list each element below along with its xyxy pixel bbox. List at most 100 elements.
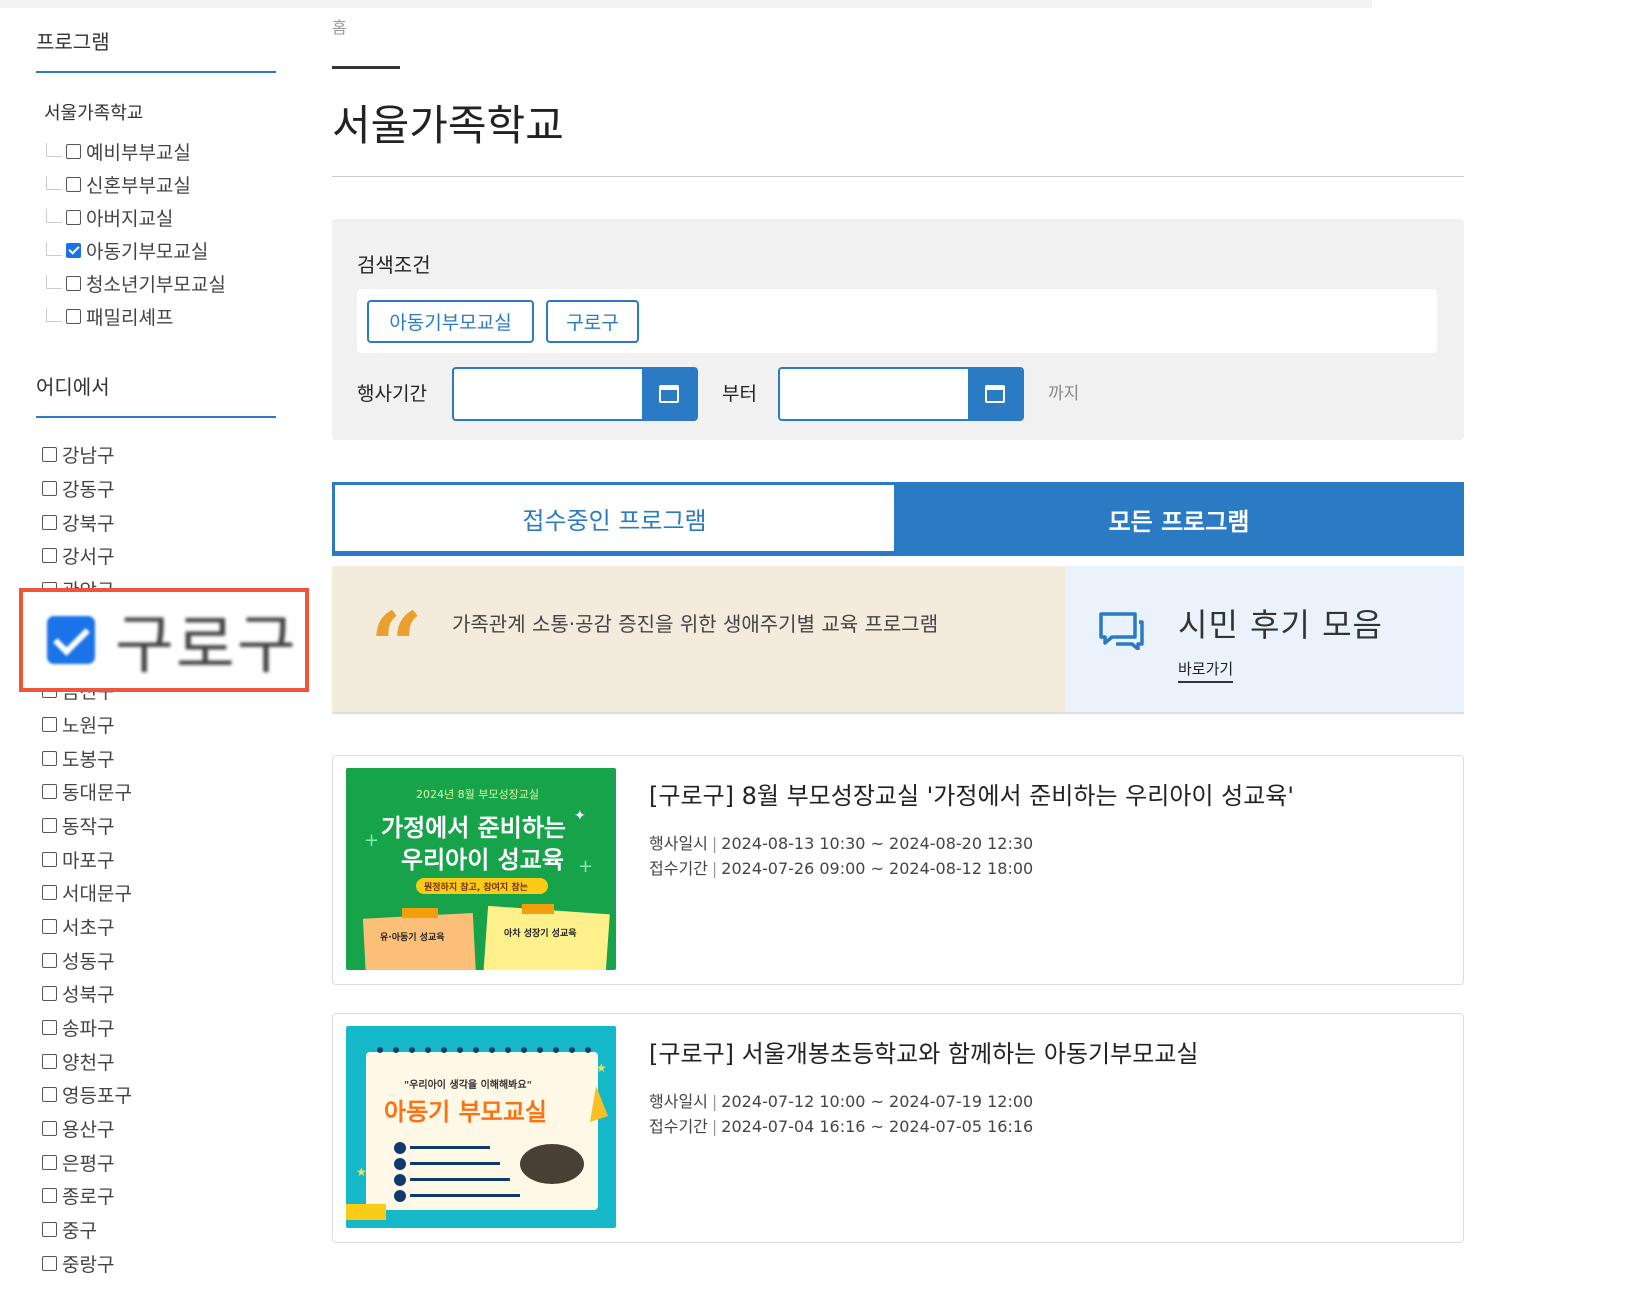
program-filter-item[interactable]: 패밀리셰프 bbox=[36, 300, 276, 333]
svg-text:✦: ✦ bbox=[574, 808, 586, 824]
breadcrumb-home[interactable]: 홈 bbox=[332, 14, 347, 38]
filter-chip-district[interactable]: 구로구 bbox=[546, 300, 639, 343]
district-filter-label: 용산구 bbox=[62, 1119, 115, 1142]
district-filter-item[interactable]: 서대문구 bbox=[42, 876, 276, 910]
district-filter-item[interactable]: 강동구 bbox=[42, 472, 276, 506]
program-filter-item[interactable]: 청소년기부모교실 bbox=[36, 267, 276, 300]
checkbox-icon[interactable] bbox=[42, 1053, 57, 1069]
tab-all-programs[interactable]: 모든 프로그램 bbox=[894, 482, 1464, 556]
district-filter-item[interactable]: 노원구 bbox=[42, 708, 276, 742]
district-filter-item[interactable]: 용산구 bbox=[42, 1112, 276, 1146]
district-filter-item[interactable]: 종로구 bbox=[42, 1179, 276, 1213]
checkbox-icon[interactable] bbox=[66, 210, 81, 225]
checkbox-icon[interactable] bbox=[42, 481, 57, 497]
checkbox-icon[interactable] bbox=[42, 447, 57, 463]
checkbox-icon[interactable] bbox=[42, 952, 57, 968]
program-tabs: 접수중인 프로그램 모든 프로그램 bbox=[332, 482, 1464, 556]
checkbox-icon[interactable] bbox=[42, 548, 57, 564]
start-date-input[interactable] bbox=[452, 367, 698, 421]
top-strip bbox=[0, 0, 1372, 8]
review-shortcut-link[interactable]: 바로가기 bbox=[1178, 658, 1234, 683]
district-filter-item[interactable]: 서초구 bbox=[42, 910, 276, 944]
checkbox-icon[interactable] bbox=[42, 986, 57, 1002]
district-filter-label: 양천구 bbox=[62, 1051, 115, 1074]
checkbox-icon[interactable] bbox=[42, 1087, 57, 1103]
program-filter-item[interactable]: 아버지교실 bbox=[36, 201, 276, 234]
page-title: 서울가족학교 bbox=[332, 101, 564, 150]
district-filter-item[interactable]: 동작구 bbox=[42, 809, 276, 843]
start-date-calendar-button[interactable] bbox=[642, 369, 696, 419]
program-card[interactable]: "우리아이 생각을 이해해봐요" 아동기 부모교실 ★ ★ [구로구] 서울개봉… bbox=[332, 1013, 1464, 1243]
poster-note-2: 아차 성장기 성교육 bbox=[504, 927, 577, 939]
district-filter-item[interactable]: 중구 bbox=[42, 1213, 276, 1247]
checkbox-icon[interactable] bbox=[66, 177, 81, 192]
district-filter-item[interactable]: 성동구 bbox=[42, 943, 276, 977]
district-filter-label: 성동구 bbox=[62, 950, 115, 973]
svg-text:+: + bbox=[578, 856, 593, 877]
event-date-value: 2024-08-13 10:30 ~ 2024-08-20 12:30 bbox=[721, 834, 1034, 853]
checkbox-icon[interactable] bbox=[42, 1121, 57, 1137]
end-date-calendar-button[interactable] bbox=[968, 369, 1022, 419]
calendar-icon bbox=[985, 385, 1005, 403]
event-date-row: 행사일시 | 2024-07-12 10:00 ~ 2024-07-19 12:00 bbox=[649, 1092, 1034, 1111]
program-poster-image[interactable]: "우리아이 생각을 이해해봐요" 아동기 부모교실 ★ ★ bbox=[346, 1026, 616, 1228]
district-filter-item[interactable]: 동대문구 bbox=[42, 775, 276, 809]
district-filter-item[interactable]: 양천구 bbox=[42, 1044, 276, 1078]
program-filter-item[interactable]: 아동기부모교실 bbox=[36, 234, 276, 267]
search-conditions-panel: 검색조건 아동기부모교실 구로구 행사기간 부터 까지 bbox=[332, 219, 1464, 440]
checkbox-icon[interactable] bbox=[42, 1222, 57, 1238]
checkbox-icon[interactable] bbox=[42, 817, 57, 833]
tab-accepting-programs[interactable]: 접수중인 프로그램 bbox=[335, 485, 894, 551]
banner-text: 가족관계 소통·공감 증진을 위한 생애주기별 교육 프로그램 bbox=[452, 612, 939, 636]
checkbox-icon[interactable] bbox=[42, 1255, 57, 1271]
from-label: 부터 bbox=[722, 383, 757, 405]
citizen-review-box[interactable]: 시민 후기 모음 바로가기 bbox=[1066, 566, 1464, 712]
program-filter-item[interactable]: 신혼부부교실 bbox=[36, 168, 276, 201]
checkbox-icon[interactable] bbox=[42, 514, 57, 530]
checkbox-icon[interactable] bbox=[66, 309, 81, 324]
district-filter-label: 마포구 bbox=[62, 849, 115, 872]
checkbox-icon[interactable] bbox=[42, 1188, 57, 1204]
checkbox-icon[interactable] bbox=[42, 750, 57, 766]
to-label: 까지 bbox=[1048, 384, 1080, 404]
checkbox-icon[interactable] bbox=[42, 1020, 57, 1036]
zoomed-checkbox-highlight[interactable]: 구로구 bbox=[19, 588, 309, 692]
district-filter-item[interactable]: 영등포구 bbox=[42, 1078, 276, 1112]
checked-checkbox-icon[interactable] bbox=[66, 243, 81, 258]
program-poster-image[interactable]: 2024년 8월 부모성장교실 가정에서 준비하는 우리아이 성교육 ✦ + +… bbox=[346, 768, 616, 970]
checked-checkbox-icon bbox=[47, 616, 95, 664]
district-filter-item[interactable]: 강서구 bbox=[42, 539, 276, 573]
poster-top-text: "우리아이 생각을 이해해봐요" bbox=[404, 1078, 532, 1091]
district-filter-item[interactable]: 강남구 bbox=[42, 438, 276, 472]
tree-branch-line bbox=[46, 208, 62, 223]
program-title[interactable]: [구로구] 8월 부모성장교실 '가정에서 준비하는 우리아이 성교육' bbox=[649, 776, 1294, 811]
program-card[interactable]: 2024년 8월 부모성장교실 가정에서 준비하는 우리아이 성교육 ✦ + +… bbox=[332, 755, 1464, 985]
checkbox-icon[interactable] bbox=[42, 784, 57, 800]
district-filter-item[interactable]: 마포구 bbox=[42, 842, 276, 876]
district-filter-item[interactable]: 강북구 bbox=[42, 505, 276, 539]
checkbox-icon[interactable] bbox=[42, 851, 57, 867]
checkbox-icon[interactable] bbox=[42, 1154, 57, 1170]
title-divider bbox=[332, 176, 1464, 177]
program-filter-item[interactable]: 예비부부교실 bbox=[36, 135, 276, 168]
filter-chip-program[interactable]: 아동기부모교실 bbox=[367, 300, 534, 343]
poster-main-text: 아동기 부모교실 bbox=[384, 1098, 547, 1126]
district-filter-item[interactable]: 중랑구 bbox=[42, 1247, 276, 1281]
checkbox-icon[interactable] bbox=[66, 276, 81, 291]
event-date-label: 행사일시 bbox=[649, 1092, 708, 1111]
checkbox-icon[interactable] bbox=[42, 918, 57, 934]
end-date-input[interactable] bbox=[778, 367, 1024, 421]
svg-text:+: + bbox=[364, 830, 379, 851]
checkbox-icon[interactable] bbox=[66, 144, 81, 159]
checkbox-icon[interactable] bbox=[42, 716, 57, 732]
district-filter-label: 중구 bbox=[62, 1220, 97, 1243]
program-filter-label: 신혼부부교실 bbox=[86, 175, 191, 197]
tree-branch-line bbox=[46, 274, 62, 289]
district-filter-item[interactable]: 은평구 bbox=[42, 1145, 276, 1179]
program-list: 예비부부교실신혼부부교실아버지교실 아동기부모교실 청소년기부모교실 패밀리셰프 bbox=[36, 135, 276, 333]
checkbox-icon[interactable] bbox=[42, 885, 57, 901]
district-filter-item[interactable]: 도봉구 bbox=[42, 741, 276, 775]
program-title[interactable]: [구로구] 서울개봉초등학교와 함께하는 아동기부모교실 bbox=[649, 1034, 1198, 1069]
district-filter-item[interactable]: 성북구 bbox=[42, 977, 276, 1011]
district-filter-item[interactable]: 송파구 bbox=[42, 1011, 276, 1045]
